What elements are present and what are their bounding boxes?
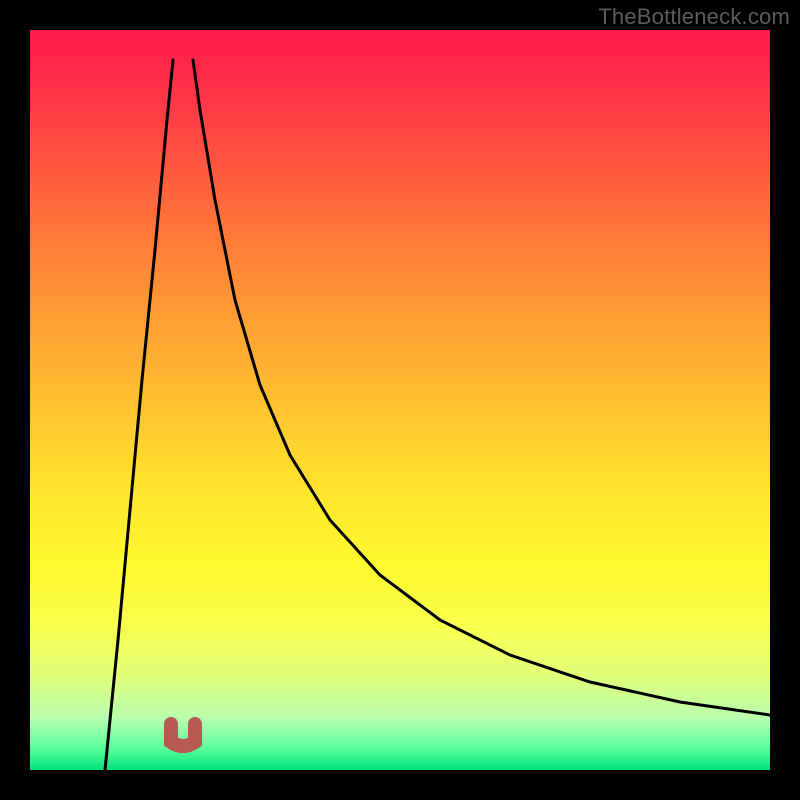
watermark-text: TheBottleneck.com: [598, 4, 790, 30]
curve-right-branch: [193, 60, 770, 715]
curve-left-branch: [105, 60, 173, 770]
u-marker: [171, 724, 195, 746]
chart-plot-area: [30, 30, 770, 770]
chart-svg: [30, 30, 770, 770]
